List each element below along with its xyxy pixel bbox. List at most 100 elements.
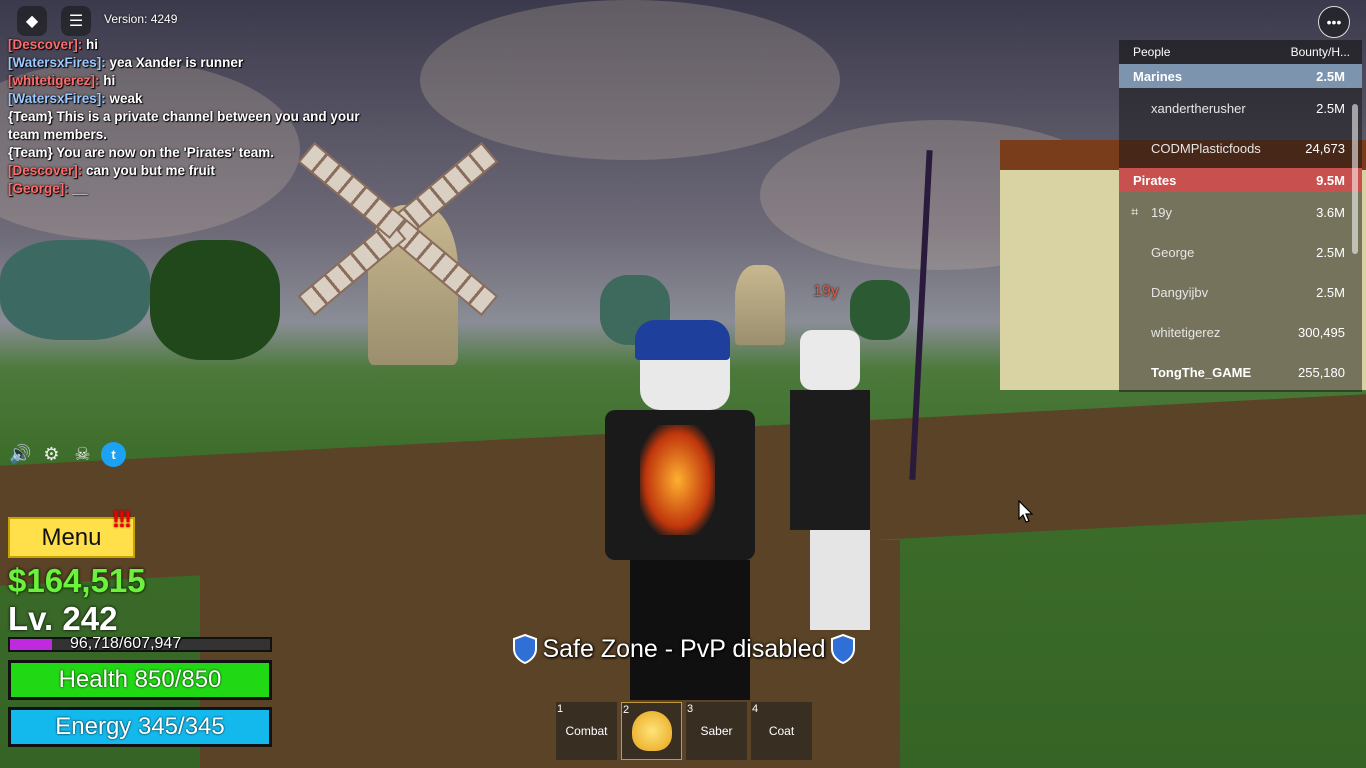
npc-character — [790, 330, 880, 630]
leaderboard-player-row[interactable]: TongThe_GAME 255,180 — [1119, 352, 1362, 392]
slot-number: 4 — [752, 703, 759, 715]
shield-icon — [830, 634, 855, 664]
leaderboard-header: People Bounty/H... — [1119, 40, 1362, 64]
column-bounty: Bounty/H... — [1290, 45, 1350, 59]
crossbones-icon[interactable]: ☠ — [70, 442, 95, 467]
slot-label: Combat — [565, 724, 608, 738]
player-bounty: 24,673 — [1305, 140, 1345, 156]
chat-text: {Team} You are now on the 'Pirates' team… — [8, 145, 274, 160]
energy-bar: Energy 345/345 — [8, 707, 272, 747]
leaderboard-player-row[interactable]: xandertherusher 2.5M — [1119, 88, 1362, 128]
leaderboard-scrollbar[interactable] — [1352, 104, 1358, 254]
column-people: People — [1133, 45, 1171, 59]
twitter-icon[interactable]: t — [101, 442, 126, 467]
leaderboard-player-row[interactable]: George 2.5M — [1119, 232, 1362, 272]
chat-sender: [WatersxFires]: — [8, 55, 106, 70]
player-name: Dangyijbv — [1151, 284, 1209, 300]
chat-message: [WatersxFires]: yea Xander is runner — [8, 54, 388, 72]
tree — [150, 240, 280, 360]
player-name: TongThe_GAME — [1151, 364, 1252, 380]
chat-log: [Descover]: hi [WatersxFires]: yea Xander… — [8, 36, 388, 198]
chat-text: yea Xander is runner — [105, 55, 244, 70]
player-bounty: 3.6M — [1316, 204, 1345, 220]
chat-message: [WatersxFires]: weak — [8, 90, 388, 108]
chat-toggle-button[interactable]: ☰ — [61, 6, 91, 36]
leaderboard[interactable]: People Bounty/H... Marines 2.5M xanderth… — [1119, 40, 1362, 404]
team-value: 9.5M — [1316, 172, 1345, 188]
slot-number: 3 — [687, 703, 694, 715]
version-label: Version: 4249 — [104, 12, 178, 26]
team-row-marines: Marines 2.5M — [1119, 64, 1362, 88]
xp-bar-fill — [10, 639, 52, 650]
chat-text: can you but me fruit — [82, 163, 216, 178]
player-name: whitetigerez — [1151, 324, 1221, 340]
chat-message: [George]: __ — [8, 180, 388, 198]
roblox-menu-button[interactable]: ◆ — [17, 6, 47, 36]
player-bounty: 300,495 — [1298, 324, 1345, 340]
player-bounty: 2.5M — [1316, 100, 1345, 116]
chat-sender: [Descover]: — [8, 37, 83, 52]
chat-message: [Descover]: can you but me fruit — [8, 162, 388, 180]
player-nametag: 19y — [813, 283, 839, 300]
leaderboard-player-row[interactable]: whitetigerez 300,495 — [1119, 312, 1362, 352]
money-counter: $164,515 — [8, 562, 146, 599]
player-name-cell: George — [1151, 245, 1194, 260]
player-name-cell: xandertherusher — [1151, 101, 1246, 116]
level-label: Lv. 242 — [8, 600, 118, 637]
slot-number: 2 — [623, 704, 630, 716]
team-name: Pirates — [1133, 172, 1177, 188]
player-name: George — [1151, 244, 1195, 260]
chat-icon: ☰ — [68, 13, 84, 30]
health-bar: Health 850/850 — [8, 660, 272, 700]
player-name-cell: Dangyijbv — [1151, 285, 1208, 300]
chat-sender: [whitetigerez]: — [8, 73, 100, 88]
chat-text: {Team} This is a private channel between… — [8, 109, 360, 142]
slot-label: Saber — [700, 724, 733, 738]
player-name-cell: TongThe_GAME — [1151, 365, 1251, 380]
team-name: Marines — [1133, 68, 1183, 84]
buddha-fruit-icon — [631, 711, 672, 751]
hotbar: 1 Combat 2 3 Saber 4 Coat — [556, 702, 812, 760]
hotbar-slot-3[interactable]: 3 Saber — [686, 702, 747, 760]
player-bounty: 2.5M — [1316, 244, 1345, 260]
chat-text: hi — [99, 73, 116, 88]
player-name-cell: CODMPlasticfoods — [1151, 141, 1261, 156]
more-options-button[interactable]: ••• — [1318, 6, 1350, 38]
chat-text: __ — [68, 181, 88, 196]
tree — [0, 240, 150, 340]
player-name-cell: whitetigerez — [1151, 325, 1220, 340]
speaker-icon[interactable]: 🔊 — [8, 442, 33, 467]
player-name-cell: ⌗ 19y — [1131, 204, 1172, 220]
sky-cloud — [420, 0, 840, 160]
hotbar-slot-4[interactable]: 4 Coat — [751, 702, 812, 760]
roblox-logo-icon: ◆ — [25, 13, 39, 30]
premium-icon: ⌗ — [1131, 204, 1139, 219]
chat-sender: [George]: — [8, 181, 69, 196]
chat-sender: [Descover]: — [8, 163, 83, 178]
xp-text: 96,718/607,947 — [70, 635, 182, 652]
leaderboard-player-row[interactable]: Dangyijbv 2.5M — [1119, 272, 1362, 312]
team-row-pirates: Pirates 9.5M — [1119, 168, 1362, 192]
side-icon-bar: 🔊 ⚙ ☠ t — [8, 442, 126, 467]
menu-alert-badge: !!! — [112, 506, 132, 533]
chat-message: [Descover]: hi — [8, 36, 388, 54]
leaderboard-player-row[interactable]: ⌗ 19y 3.6M — [1119, 192, 1362, 232]
hotbar-slot-1[interactable]: 1 Combat — [556, 702, 617, 760]
gear-icon[interactable]: ⚙ — [39, 442, 64, 467]
chat-text: weak — [105, 91, 143, 106]
slot-number: 1 — [557, 703, 564, 715]
player-name: 19y — [1151, 204, 1172, 220]
slot-label: Coat — [768, 724, 795, 738]
chat-sender: [WatersxFires]: — [8, 91, 106, 106]
mouse-cursor-icon — [1018, 500, 1034, 523]
safe-zone-banner: Safe Zone - PvP disabled — [508, 630, 860, 668]
player-name: CODMPlasticfoods — [1151, 140, 1261, 156]
chat-text: hi — [82, 37, 99, 52]
chat-message: {Team} You are now on the 'Pirates' team… — [8, 144, 388, 162]
more-options-icon: ••• — [1326, 14, 1342, 30]
team-value: 2.5M — [1316, 68, 1345, 84]
hotbar-slot-2[interactable]: 2 — [621, 702, 682, 760]
player-bounty: 2.5M — [1316, 284, 1345, 300]
player-bounty: 255,180 — [1298, 364, 1345, 380]
leaderboard-player-row[interactable]: CODMPlasticfoods 24,673 — [1119, 128, 1362, 168]
